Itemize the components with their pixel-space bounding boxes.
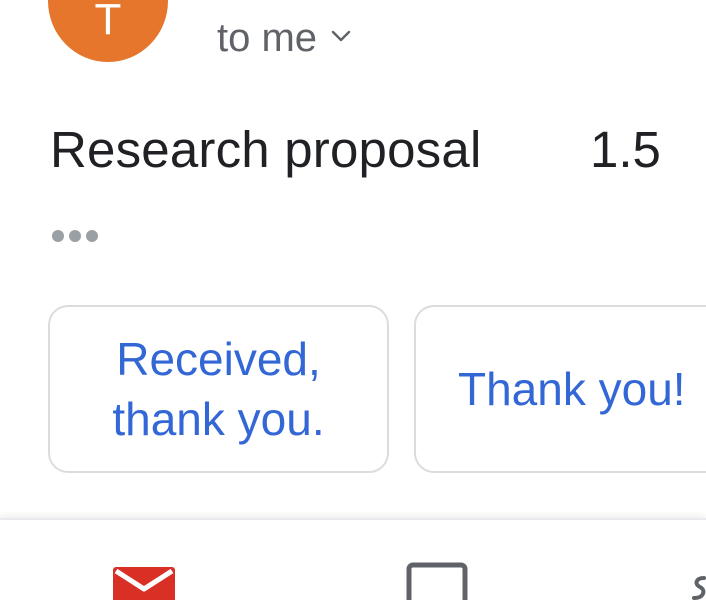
email-view: T to me Research proposal 1.5 Received, … <box>0 0 706 600</box>
smart-reply-thank-you[interactable]: Thank you! <box>414 305 706 473</box>
email-subject: Research proposal <box>50 121 482 178</box>
mail-icon[interactable] <box>113 567 175 600</box>
dot <box>86 230 98 242</box>
recipient-toggle[interactable]: to me <box>217 14 351 62</box>
chevron-down-icon <box>331 30 351 42</box>
dot <box>69 230 81 242</box>
partial-nav-icon[interactable] <box>690 574 706 600</box>
smart-reply-label: Received, thank you. <box>112 333 325 445</box>
square-icon[interactable] <box>406 562 468 600</box>
subject-suffix: 1.5 <box>590 121 661 178</box>
dot <box>52 230 64 242</box>
avatar-initial: T <box>94 0 122 44</box>
recipient-label: to me <box>217 16 318 60</box>
more-horiz-icon[interactable] <box>50 228 100 244</box>
bottom-navigation <box>0 518 706 600</box>
sender-avatar[interactable]: T <box>48 0 168 62</box>
smart-reply-received[interactable]: Received, thank you. <box>48 305 389 473</box>
smart-reply-label: Thank you! <box>458 363 686 415</box>
